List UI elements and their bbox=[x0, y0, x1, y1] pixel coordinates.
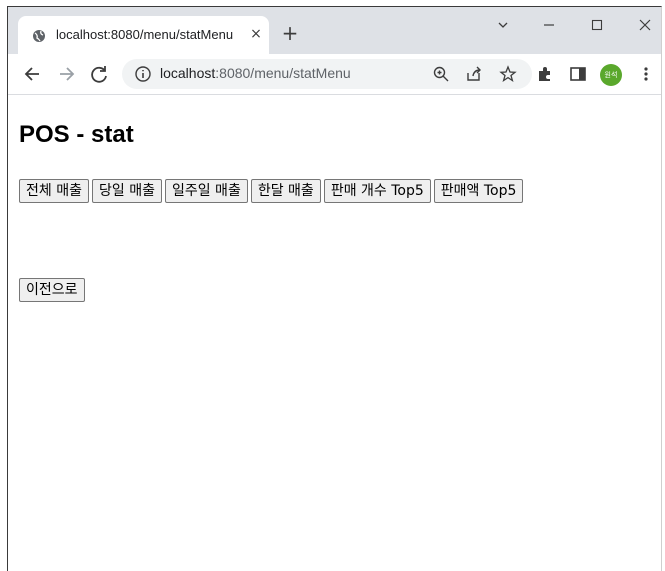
tab-close-icon[interactable]: × bbox=[246, 24, 266, 44]
share-icon[interactable] bbox=[465, 65, 483, 83]
top5-quantity-button[interactable]: 판매 개수 Top5 bbox=[323, 179, 431, 203]
total-sales-button[interactable]: 전체 매출 bbox=[19, 179, 89, 203]
profile-avatar[interactable]: 원석 bbox=[600, 64, 622, 86]
browser-tab[interactable]: localhost:8080/menu/statMenu × bbox=[18, 16, 269, 54]
tab-search-chevron-icon[interactable] bbox=[488, 13, 518, 39]
today-sales-button[interactable]: 당일 매출 bbox=[91, 179, 162, 203]
back-button[interactable]: 이전으로 bbox=[19, 278, 85, 302]
maximize-icon[interactable] bbox=[582, 13, 612, 39]
page-title: POS - stat bbox=[19, 121, 134, 148]
forward-arrow-icon[interactable] bbox=[55, 63, 77, 85]
side-panel-icon[interactable] bbox=[568, 64, 588, 84]
bookmark-star-icon[interactable] bbox=[499, 65, 517, 83]
address-bar[interactable]: localhost:8080/menu/statMenu bbox=[122, 59, 532, 89]
extensions-puzzle-icon[interactable] bbox=[535, 64, 555, 84]
tab-title: localhost:8080/menu/statMenu bbox=[56, 27, 234, 42]
new-tab-button[interactable]: + bbox=[278, 21, 302, 45]
minimize-icon[interactable] bbox=[534, 13, 564, 39]
reload-icon[interactable] bbox=[88, 63, 110, 85]
menu-kebab-icon[interactable] bbox=[636, 64, 656, 84]
zoom-icon[interactable] bbox=[432, 65, 450, 83]
back-arrow-icon[interactable] bbox=[22, 63, 44, 85]
info-icon[interactable] bbox=[134, 65, 152, 83]
tab-strip: localhost:8080/menu/statMenu × + bbox=[8, 7, 661, 54]
page-content: POS - stat 전체 매출 당일 매출 일주일 매출 한달 매출 판매 개수 To… bbox=[8, 95, 661, 571]
url-path: :8080/menu/statMenu bbox=[215, 65, 351, 81]
address-toolbar: localhost:8080/menu/statMenu 원석 bbox=[8, 54, 661, 95]
url-text[interactable]: localhost:8080/menu/statMenu bbox=[160, 65, 351, 81]
month-sales-button[interactable]: 한달 매출 bbox=[250, 179, 321, 203]
close-window-icon[interactable] bbox=[630, 13, 660, 39]
url-host: localhost bbox=[160, 65, 216, 81]
week-sales-button[interactable]: 일주일 매출 bbox=[164, 179, 248, 203]
stat-button-row: 전체 매출 당일 매출 일주일 매출 한달 매출 판매 개수 Top5 판매액 Top5 bbox=[19, 179, 526, 203]
globe-icon bbox=[32, 28, 46, 42]
browser-window: localhost:8080/menu/statMenu × + localho… bbox=[7, 6, 662, 571]
top5-revenue-button[interactable]: 판매액 Top5 bbox=[433, 179, 524, 203]
